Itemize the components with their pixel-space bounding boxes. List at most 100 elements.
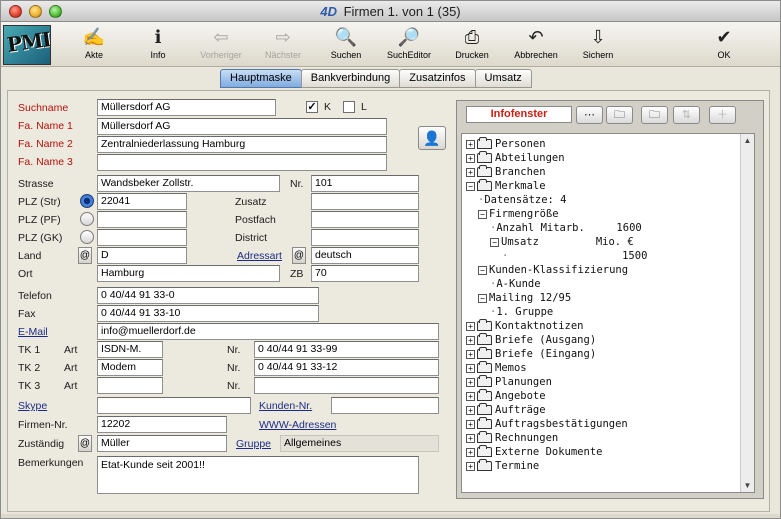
tree-folder-item[interactable]: + Rechnungen [466, 431, 558, 445]
add-item-icon[interactable]: ＋ [709, 106, 736, 124]
name3-field[interactable] [97, 154, 387, 171]
ort-field[interactable]: Hamburg [97, 265, 280, 282]
strasse-field[interactable]: Wandsbeker Zollstr. [97, 175, 280, 192]
sort-icon[interactable]: ⇅ [673, 106, 700, 124]
tab-zusatzinfos[interactable]: Zusatzinfos [399, 69, 476, 88]
tree-folder-item[interactable]: + Briefe (Eingang) [466, 347, 596, 361]
expand-toggle-icon[interactable]: + [466, 433, 475, 443]
tree-leaf-item[interactable]: − Mailing 12/95 [478, 291, 571, 305]
title-bar[interactable]: 4D Firmen 1. von 1 (35) [1, 1, 780, 22]
www-adressen-link[interactable]: WWW-Adressen [259, 419, 336, 431]
gruppe-field[interactable]: Allgemeines [280, 435, 439, 452]
tab-umsatz[interactable]: Umsatz [474, 69, 532, 88]
tree-folder-item[interactable]: + Memos [466, 361, 527, 375]
expand-toggle-icon[interactable]: + [466, 153, 475, 163]
suchname-field[interactable]: Müllersdorf AG [97, 99, 276, 116]
tree-folder-item[interactable]: + Externe Dokumente [466, 445, 602, 459]
ok-button[interactable]: ✔ OK [691, 24, 757, 65]
tree-leaf-item[interactable]: ·Anzahl Mitarb. 1600 [490, 221, 642, 235]
plz-gk-radio[interactable] [80, 230, 94, 244]
district-field[interactable] [311, 229, 419, 246]
tree-leaf-item[interactable]: · 1500 [502, 249, 647, 263]
nr-field[interactable]: 101 [311, 175, 419, 192]
info-button[interactable]: ℹ Info [125, 24, 191, 65]
firmen-nr-field[interactable]: 12202 [97, 416, 227, 433]
name1-field[interactable]: Müllersdorf AG [97, 118, 387, 135]
tk3-art-field[interactable] [97, 377, 163, 394]
skype-field[interactable] [97, 397, 251, 414]
expand-toggle-icon[interactable]: + [466, 405, 475, 415]
contact-card-icon[interactable]: 👤 [418, 126, 446, 150]
tk2-art-field[interactable]: Modem [97, 359, 163, 376]
tk1-art-field[interactable]: ISDN-M. [97, 341, 163, 358]
previous-button[interactable]: ⇦ Vorheriger [188, 24, 254, 65]
l-checkbox[interactable] [343, 101, 355, 113]
folder-icon[interactable]: 🗀 [641, 106, 668, 124]
adressart-link[interactable]: Adressart [237, 250, 282, 262]
tree-folder-item[interactable]: + Planungen [466, 375, 552, 389]
tree-leaf-item[interactable]: − Firmengröße [478, 207, 559, 221]
zusatz-field[interactable] [311, 193, 419, 210]
plz-pf-radio[interactable] [80, 212, 94, 226]
zustaendig-lookup-button[interactable]: @ [78, 435, 92, 452]
zb-field[interactable]: 70 [311, 265, 419, 282]
expand-toggle-icon[interactable]: + [466, 447, 475, 457]
tree-folder-item[interactable]: + Briefe (Ausgang) [466, 333, 596, 347]
expand-toggle-icon[interactable]: + [466, 377, 475, 387]
plz-gk-field[interactable] [97, 229, 187, 246]
search-button[interactable]: 🔍 Suchen [313, 24, 379, 65]
bemerkungen-field[interactable]: Etat-Kunde seit 2001!! [97, 456, 419, 494]
email-link[interactable]: E-Mail [18, 326, 48, 338]
open-folder-icon[interactable]: 🗀 [606, 106, 633, 124]
tree-leaf-item[interactable]: − Umsatz Mio. € [490, 235, 634, 249]
land-field[interactable]: D [97, 247, 187, 264]
print-button[interactable]: ⎙ Drucken [439, 24, 505, 65]
plz-pf-field[interactable] [97, 211, 187, 228]
skype-link[interactable]: Skype [18, 400, 47, 412]
land-lookup-button[interactable]: @ [78, 247, 92, 264]
expand-toggle-icon[interactable]: + [466, 363, 475, 373]
email-field[interactable]: info@muellerdorf.de [97, 323, 439, 340]
expand-toggle-icon[interactable]: + [466, 139, 475, 149]
tree-scrollbar[interactable]: ▲ ▼ [740, 134, 754, 492]
tree-folder-item[interactable]: − Merkmale [466, 179, 546, 193]
kunden-nr-field[interactable] [331, 397, 439, 414]
tree-folder-item[interactable]: + Aufträge [466, 403, 546, 417]
tree-folder-item[interactable]: + Abteilungen [466, 151, 565, 165]
cancel-button[interactable]: ↶ Abbrechen [503, 24, 569, 65]
tree-leaf-item[interactable]: − Kunden-Klassifizierung [478, 263, 628, 277]
expand-toggle-icon[interactable]: + [466, 335, 475, 345]
akte-button[interactable]: ✍ Akte [61, 24, 127, 65]
tree-folder-item[interactable]: + Termine [466, 459, 539, 473]
collapse-toggle-icon[interactable]: − [490, 237, 499, 247]
plz-str-radio[interactable] [80, 194, 94, 208]
adressart-field[interactable]: deutsch [311, 247, 419, 264]
kunden-nr-link[interactable]: Kunden-Nr. [259, 400, 312, 412]
tree-folder-item[interactable]: + Personen [466, 137, 546, 151]
scroll-down-icon[interactable]: ▼ [741, 479, 754, 492]
tk3-nr-field[interactable] [254, 377, 439, 394]
tree-folder-item[interactable]: + Branchen [466, 165, 546, 179]
expand-toggle-icon[interactable]: + [466, 349, 475, 359]
tab-hauptmaske[interactable]: Hauptmaske [220, 69, 302, 88]
expand-toggle-icon[interactable]: + [466, 461, 475, 471]
expand-toggle-icon[interactable]: + [466, 167, 475, 177]
tree-leaf-item[interactable]: ·A-Kunde [490, 277, 541, 291]
tree-folder-item[interactable]: + Auftragsbestätigungen [466, 417, 628, 431]
tree-leaf-item[interactable]: ·1. Gruppe [490, 305, 553, 319]
tk1-nr-field[interactable]: 0 40/44 91 33-99 [254, 341, 439, 358]
collapse-toggle-icon[interactable]: − [478, 293, 487, 303]
expand-toggle-icon[interactable]: + [466, 391, 475, 401]
tree-folder-item[interactable]: + Angebote [466, 389, 546, 403]
collapse-toggle-icon[interactable]: − [466, 181, 475, 191]
postfach-field[interactable] [311, 211, 419, 228]
collapse-toggle-icon[interactable]: − [478, 265, 487, 275]
tk2-nr-field[interactable]: 0 40/44 91 33-12 [254, 359, 439, 376]
tree-leaf-item[interactable]: ·Datensätze: 4 [478, 193, 567, 207]
plz-str-field[interactable]: 22041 [97, 193, 187, 210]
adressart-lookup-button[interactable]: @ [292, 247, 306, 264]
tree-folder-item[interactable]: + Kontaktnotizen [466, 319, 584, 333]
search-editor-button[interactable]: 🔎 SuchEditor [376, 24, 442, 65]
gruppe-link[interactable]: Gruppe [236, 438, 271, 450]
next-button[interactable]: ⇨ Nächster [250, 24, 316, 65]
